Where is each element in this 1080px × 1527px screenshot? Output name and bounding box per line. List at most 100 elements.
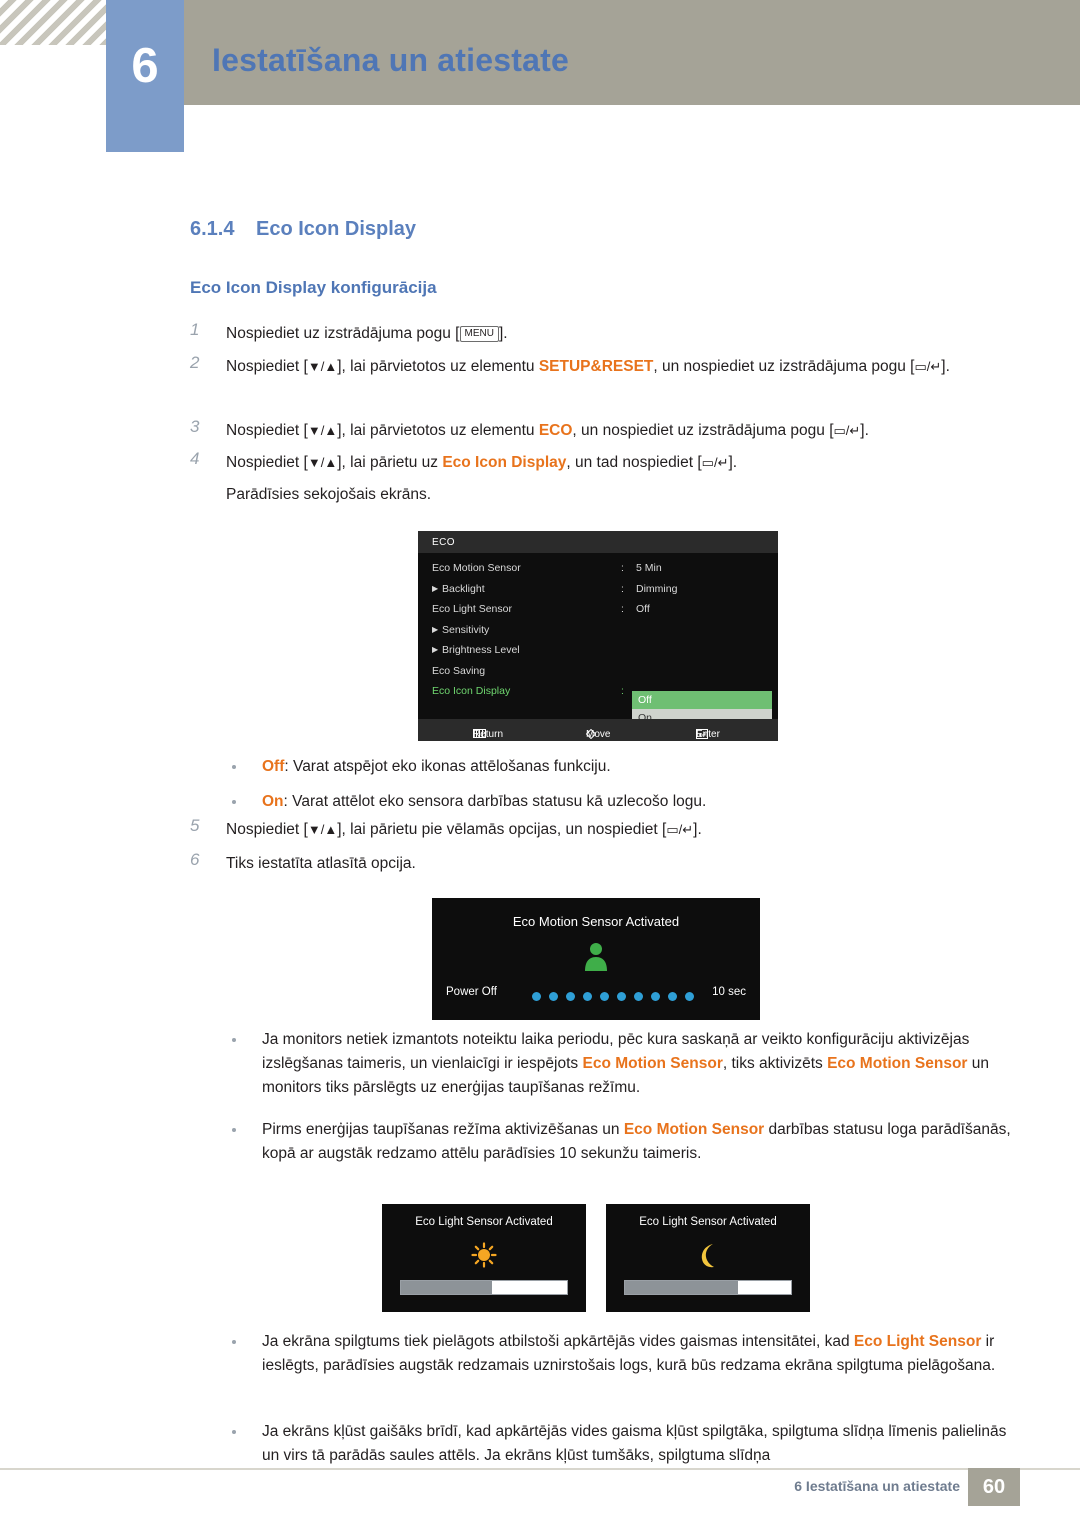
text-run: : Varat atspējot eko ikonas attēlošanas … — [284, 758, 611, 775]
osd-menu-row[interactable]: ▶ Sensitivity — [418, 621, 778, 642]
step-text: Nospiediet [▼/▲], lai pārvietotos uz ele… — [226, 419, 1016, 443]
page-header: 6 Iestatīšana un atiestate — [0, 0, 1080, 152]
text-run: , tiks aktivizēts — [722, 1055, 828, 1072]
osd-row-label: Backlight — [442, 582, 485, 595]
highlight-term: SETUP&RESET — [538, 358, 654, 375]
osd-power-off-label: Power Off — [446, 986, 497, 998]
text-run: , un nospiediet uz izstrādājuma pogu [ — [572, 422, 834, 439]
step-text: Tiks iestatīta atlasītā opcija. — [226, 852, 1016, 876]
brightness-slider-sun[interactable] — [400, 1280, 568, 1295]
submenu-arrow-icon: ▶ — [432, 583, 439, 593]
countdown-dot — [634, 992, 643, 1001]
osd-row-colon: : — [621, 582, 624, 595]
osd-light-title-moon: Eco Light Sensor Activated — [639, 1216, 777, 1228]
highlight-term: Eco Motion Sensor — [582, 1055, 723, 1072]
countdown-dot — [668, 992, 677, 1001]
countdown-dot — [566, 992, 575, 1001]
text-run: , un nospiediet uz izstrādājuma pogu [ — [653, 358, 915, 375]
osd-menu-footer: Return Move Enter — [418, 719, 778, 741]
step-number: 1 — [190, 320, 200, 339]
text-run: ]. — [693, 821, 702, 838]
osd-footer-return-label: Return — [473, 729, 504, 740]
key-label: MENU — [459, 326, 499, 342]
text-run: Pirms enerģijas taupīšanas režīma aktivi… — [262, 1121, 624, 1138]
osd-row-label: Eco Saving — [432, 664, 486, 677]
osd-row-colon: : — [621, 562, 624, 574]
submenu-arrow-icon: ▶ — [432, 624, 439, 634]
key-glyph: ▼/▲ — [307, 822, 338, 837]
osd-menu-row[interactable]: ▶ Backlight: Dimming — [418, 580, 778, 601]
text-run: ], lai pārvietotos uz elementu — [337, 422, 539, 439]
osd-row-label: Sensitivity — [442, 623, 490, 636]
header-hatch-decor — [0, 0, 106, 45]
bullet-text: On: Varat attēlot eko sensora darbības s… — [262, 790, 1022, 814]
text-run: ]. — [728, 454, 738, 471]
step-number: 4 — [190, 449, 200, 468]
osd-menu-row[interactable]: Eco Light Sensor: Off — [418, 600, 778, 621]
osd-eco-menu: ECO Eco Motion Sensor:5 Min ▶ Backlight: Di… — [418, 531, 778, 741]
footer-page-number: 60 — [968, 1468, 1020, 1506]
osd-row-label: Brightness Level — [442, 644, 520, 656]
key-glyph: ▭/↵ — [833, 423, 861, 438]
step-number: 2 — [190, 353, 200, 372]
text-run: Tiks iestatīta atlasītā opcija. — [226, 855, 416, 872]
step-number: 6 — [190, 850, 200, 869]
section-number: 6.1.4 — [190, 218, 235, 240]
brightness-slider-moon[interactable] — [624, 1280, 792, 1295]
text-run: ], lai pārietu uz — [337, 454, 443, 471]
osd-motion-title: Eco Motion Sensor Activated — [512, 914, 680, 929]
footer-text: 6 Iestatīšana un atiestate — [794, 1478, 960, 1494]
bullet-marker — [232, 1038, 236, 1042]
text-run: Nospiediet [ — [226, 454, 308, 471]
osd-row-value: 5 Min — [636, 562, 662, 574]
note-text: Ja monitors netiek izmantots noteiktu la… — [262, 1028, 1016, 1100]
text-run: : Varat attēlot eko sensora darbības sta… — [283, 793, 707, 810]
chapter-number: 6 — [131, 39, 159, 93]
osd-menu-rows: Eco Motion Sensor:5 Min ▶ Backlight: Dimmin… — [418, 559, 778, 703]
text-run: ]. — [860, 422, 869, 439]
key-glyph: ▭/↵ — [914, 359, 942, 374]
osd-row-label: Eco Motion Sensor — [432, 562, 521, 574]
osd-motion-sensor-popup: Eco Motion Sensor Activated Power Off 10… — [432, 898, 760, 1020]
submenu-arrow-icon: ▶ — [432, 645, 439, 654]
text-run: , un tad nospiediet [ — [566, 454, 702, 471]
bullet-marker — [232, 1430, 236, 1434]
text-run: Ja ekrāna spilgtums tiek pielāgots atbil… — [262, 1333, 854, 1350]
osd-menu-row[interactable]: Eco Motion Sensor:5 Min — [418, 559, 778, 580]
text-run: ]. — [941, 358, 950, 375]
highlight-term: ECO — [538, 422, 573, 439]
osd-row-value: Off — [636, 603, 650, 615]
osd-light-sensor-popup-sun: Eco Light Sensor Activated — [382, 1204, 586, 1312]
countdown-dot — [617, 992, 626, 1001]
bullet-text: Off: Varat atspējot eko ikonas attēlošan… — [262, 755, 1022, 779]
section-title: Eco Icon Display — [256, 218, 417, 240]
step-text: Nospiediet [▼/▲], lai pārietu pie vēlamā… — [226, 818, 1016, 842]
osd-light-sensor-popup-moon: Eco Light Sensor Activated — [606, 1204, 810, 1312]
text-run: Nospiediet [ — [226, 358, 308, 375]
key-glyph: ▭/↵ — [701, 455, 729, 470]
osd-option-off[interactable]: Off — [632, 691, 772, 709]
highlight-term: Eco Light Sensor — [853, 1333, 982, 1350]
key-glyph: ▼/▲ — [307, 423, 338, 438]
key-glyph: ▼/▲ — [307, 455, 338, 470]
osd-footer-move-label: Move — [586, 729, 611, 740]
note-text: Pirms enerģijas taupīšanas režīma aktivi… — [262, 1118, 1016, 1166]
osd-row-label: Eco Icon Display — [432, 685, 511, 697]
osd-menu-row[interactable]: Eco Saving — [418, 662, 778, 683]
osd-row-label: Eco Light Sensor — [432, 603, 512, 615]
step-text: Nospiediet [▼/▲], lai pārietu uz Eco Ico… — [226, 451, 1016, 475]
sun-icon — [471, 1242, 497, 1273]
step-number: 3 — [190, 417, 200, 436]
key-glyph: ▼/▲ — [307, 359, 338, 374]
osd-menu-row[interactable]: ▶ Brightness Level — [418, 641, 778, 662]
highlight-term: Eco Icon Display — [442, 454, 567, 471]
osd-countdown-dots — [532, 988, 702, 1006]
highlight-term: Off — [262, 758, 285, 775]
text-run: ]. — [498, 325, 508, 342]
bullet-marker — [232, 765, 236, 769]
chapter-title: Iestatīšana un atiestate — [212, 42, 569, 78]
osd-seconds-label: 10 sec — [712, 986, 746, 998]
osd-row-colon: : — [621, 685, 624, 697]
text-run: Nospiediet uz izstrādājuma pogu [ — [226, 325, 460, 342]
person-icon — [583, 942, 609, 977]
